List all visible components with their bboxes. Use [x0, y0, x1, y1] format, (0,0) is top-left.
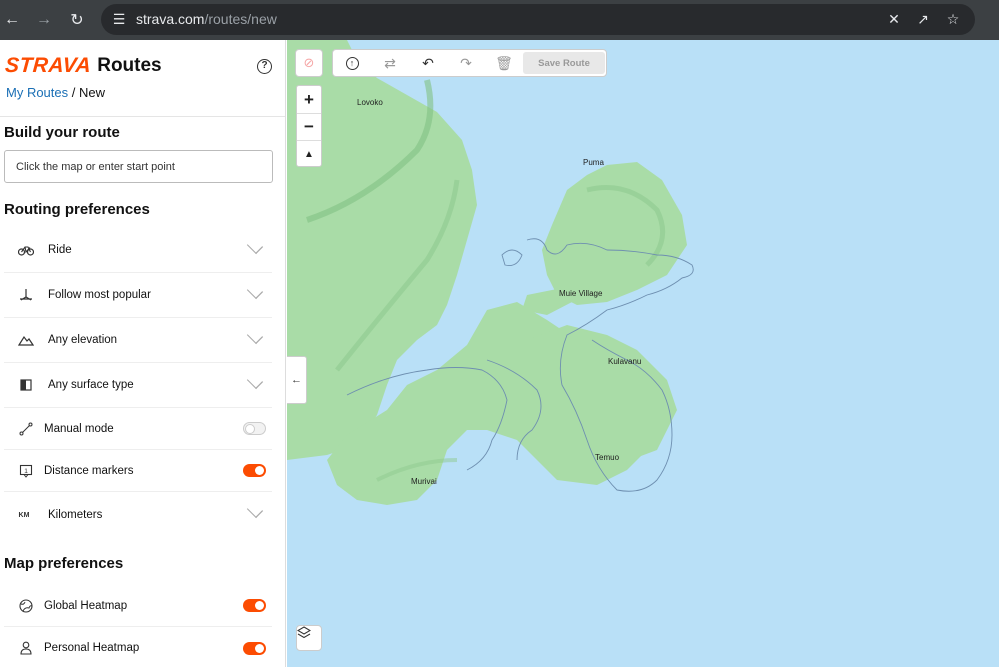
chevron-down-icon — [246, 372, 264, 390]
save-route-button[interactable]: Save Route — [523, 52, 605, 74]
manual-mode-icon — [18, 421, 34, 437]
redo-button[interactable]: ↷ — [447, 50, 485, 76]
zoom-controls: + − ▲ — [296, 85, 322, 167]
routing-preferences-heading: Routing preferences — [4, 201, 150, 218]
globe-icon — [18, 598, 34, 614]
route-builder-sidebar: STRAVA Routes ? My Routes / New Build yo… — [0, 40, 286, 667]
manual-mode-label: Manual mode — [44, 422, 114, 435]
distance-markers-row: 1 Distance markers — [4, 450, 272, 492]
back-icon[interactable]: ← — [0, 8, 24, 32]
reload-icon[interactable]: ↻ — [65, 8, 89, 32]
layers-icon — [297, 626, 311, 639]
open-external-icon[interactable]: ↗ — [914, 10, 932, 28]
compass-icon: ▲ — [304, 148, 314, 160]
breadcrumb-current: New — [78, 85, 105, 100]
site-info-icon[interactable]: ☰ — [110, 10, 128, 28]
help-icon[interactable]: ? — [257, 59, 272, 74]
map-label-puma: Puma — [583, 158, 604, 167]
personal-heatmap-label: Personal Heatmap — [44, 642, 140, 654]
compass-button[interactable]: ▲ — [297, 140, 321, 167]
km-icon: KM — [18, 511, 30, 519]
distance-markers-toggle[interactable] — [243, 464, 266, 477]
personal-heatmap-toggle[interactable] — [243, 641, 266, 655]
personal-heatmap-row: Personal Heatmap — [4, 627, 272, 667]
url-text: strava.com/routes/new — [136, 11, 277, 27]
redo-icon: ↷ — [460, 54, 472, 71]
elevation-dropdown[interactable]: Any elevation — [4, 318, 272, 363]
reverse-route-button[interactable]: ⇄ — [371, 50, 409, 76]
bike-icon — [18, 242, 34, 258]
trash-icon: 🗑 — [495, 54, 513, 71]
forward-icon[interactable]: → — [32, 8, 56, 32]
app-header: STRAVA Routes — [4, 54, 162, 78]
zoom-out-button[interactable]: − — [297, 113, 321, 140]
build-route-heading: Build your route — [4, 124, 120, 141]
delete-route-button[interactable]: 🗑 — [485, 50, 523, 76]
global-heatmap-toggle[interactable] — [243, 599, 266, 612]
upload-button[interactable]: ↑ — [333, 50, 371, 76]
address-bar[interactable]: ☰ strava.com/routes/new ✕ ↗ ☆ — [101, 4, 975, 35]
manual-mode-row: Manual mode — [4, 408, 272, 450]
upload-icon: ↑ — [345, 56, 359, 70]
undo-button[interactable]: ↶ — [409, 50, 447, 76]
units-label: Kilometers — [48, 509, 103, 521]
surface-icon — [18, 377, 34, 393]
global-heatmap-row: Global Heatmap — [4, 585, 272, 627]
map-label-kulavanu: Kulavanu — [608, 357, 642, 366]
surface-label: Any surface type — [48, 379, 134, 391]
land-north — [542, 162, 687, 305]
chevron-down-icon — [246, 327, 264, 345]
popularity-dropdown[interactable]: Follow most popular — [4, 273, 272, 318]
chevron-down-icon — [246, 237, 264, 255]
manual-mode-toggle[interactable] — [243, 422, 266, 435]
elevation-icon — [18, 332, 34, 348]
location-off-icon: ⊘ — [303, 55, 315, 70]
units-dropdown[interactable]: KM Kilometers — [4, 492, 272, 538]
breadcrumb-my-routes-link[interactable]: My Routes — [6, 85, 68, 100]
breadcrumb: My Routes / New — [6, 85, 105, 100]
collapse-sidebar-button[interactable]: ← — [287, 356, 307, 404]
chevron-down-icon — [246, 501, 264, 519]
sport-type-dropdown[interactable]: Ride — [4, 228, 272, 273]
undo-icon: ↶ — [422, 54, 434, 71]
map-label-lovoko: Lovoko — [357, 98, 383, 107]
popularity-icon — [18, 287, 34, 303]
breadcrumb-separator: / — [68, 85, 79, 100]
zoom-in-button[interactable]: + — [297, 86, 321, 113]
start-point-input[interactable]: Click the map or enter start point — [4, 150, 273, 183]
location-off-icon[interactable]: ✕ — [885, 10, 903, 28]
distance-marker-icon: 1 — [18, 463, 34, 479]
map-label-murivai: Murivai — [411, 477, 437, 486]
surface-dropdown[interactable]: Any surface type — [4, 363, 272, 408]
popularity-label: Follow most popular — [48, 289, 151, 301]
map-label-temuo: Temuo — [595, 453, 620, 462]
header-divider — [0, 116, 285, 117]
arrow-left-icon: ← — [291, 374, 302, 386]
map-preferences-heading: Map preferences — [4, 555, 124, 572]
person-icon — [18, 640, 34, 656]
swap-icon: ⇄ — [384, 54, 396, 71]
map-layers-button[interactable] — [296, 625, 322, 651]
map-canvas[interactable] — [287, 40, 999, 667]
strava-logo[interactable]: STRAVA — [4, 54, 92, 78]
elevation-label: Any elevation — [48, 334, 118, 346]
page-title: Routes — [97, 55, 162, 76]
distance-markers-label: Distance markers — [44, 464, 134, 477]
route-toolbar: ↑ ⇄ ↶ ↷ 🗑 Save Route — [332, 49, 607, 77]
browser-toolbar: ← → ↻ ☰ strava.com/routes/new ✕ ↗ ☆ — [0, 0, 999, 40]
svg-text:1: 1 — [24, 468, 28, 475]
route-map[interactable]: Lovoko Puma Muie Village Kulavanu Temuo … — [287, 40, 999, 667]
map-label-muie-village: Muie Village — [559, 289, 603, 298]
bookmark-star-icon[interactable]: ☆ — [944, 10, 962, 28]
my-location-button[interactable]: ⊘ — [295, 49, 323, 77]
global-heatmap-label: Global Heatmap — [44, 599, 128, 612]
chevron-down-icon — [246, 282, 264, 300]
sport-type-label: Ride — [48, 244, 72, 256]
